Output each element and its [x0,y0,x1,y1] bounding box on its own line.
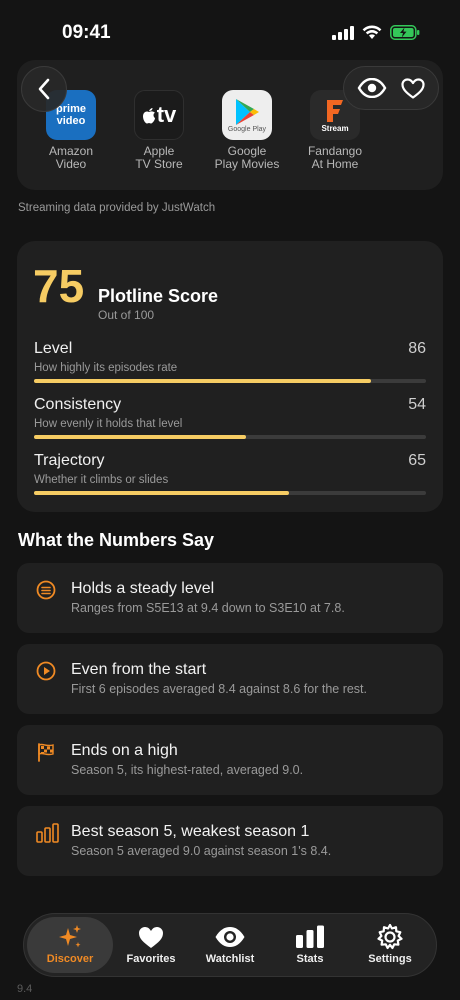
score-subtitle: Out of 100 [98,308,155,322]
tab-icon-wrap [187,923,273,951]
insight-card[interactable]: Best season 5, weakest season 1 Season 5… [17,806,443,876]
insight-description: Season 5 averaged 9.0 against season 1's… [71,844,332,858]
insight-title: Even from the start [71,661,207,678]
metric-name: Level [34,340,73,357]
provider-name-line2: TV Store [135,157,183,171]
tab-icon-wrap [108,923,194,951]
metric-trajectory: Trajectory 65 Whether it climbs or slide… [34,452,426,495]
tab-discover[interactable]: Discover [27,917,113,973]
tab-icon-wrap [267,923,353,951]
back-button[interactable] [21,66,67,112]
wifi-icon [362,25,382,39]
numbers-section-title: What the Numbers Say [18,530,215,550]
tab-watchlist[interactable]: Watchlist [187,917,273,973]
metric-level: Level 86 How highly its episodes rate [34,340,426,383]
status-time: 09:41 [62,22,111,43]
metric-description: How highly its episodes rate [34,362,178,374]
provider-name: Apple TV Store [114,145,204,171]
bar-chart-icon [36,823,59,843]
insight-description: Ranges from S5E13 at 9.4 down to S3E10 a… [71,601,345,615]
below-fold-value: 9.4 [17,983,33,995]
score-value: 75 [33,260,85,312]
provider-name-line1: Google [227,144,267,158]
insight-title: Best season 5, weakest season 1 [71,823,310,840]
metric-value: 54 [408,396,426,413]
provider-name-line1: Fandango [307,144,363,158]
metric-description: Whether it climbs or slides [34,474,169,486]
tab-bar: Discover Favorites Watchlist Stats Setti… [23,913,437,977]
provider-name: Fandango At Home [290,145,380,171]
google-play-logo-icon: Google Play [222,90,272,140]
tab-icon-wrap [347,923,433,951]
eye-icon [215,927,245,947]
insight-description: Season 5, its highest-rated, averaged 9.… [71,763,304,777]
streaming-credit: Streaming data provided by JustWatch [18,202,216,214]
provider-logo-text: tv [156,102,177,127]
steady-level-icon [36,580,56,600]
cellular-signal-icon [332,25,354,40]
status-bar: 09:41 [0,0,460,62]
top-actions-pill [343,66,439,110]
favorite-toggle-button[interactable] [401,77,425,99]
fandango-f-icon [327,99,343,122]
provider-name-line1: Apple [143,144,175,158]
provider-name-line2: Play Movies [214,157,280,171]
metric-name: Trajectory [34,452,105,469]
tab-stats[interactable]: Stats [267,917,353,973]
metric-name: Consistency [34,396,122,413]
chevron-left-icon [38,78,50,100]
tab-label: Stats [296,953,324,965]
metric-consistency: Consistency 54 How evenly it holds that … [34,396,426,439]
metric-bar-fill [34,491,289,495]
score-title: Plotline Score [98,286,219,306]
status-icons [332,25,420,40]
watchlist-toggle-button[interactable] [357,78,387,98]
metric-bar-track [34,435,426,439]
tab-icon-wrap [27,923,113,951]
insight-card[interactable]: Holds a steady level Ranges from S5E13 a… [17,563,443,633]
plotline-score-card: 75 Plotline Score Out of 100 Level 86 Ho… [17,241,443,512]
checkered-flag-icon [38,743,54,762]
insight-card[interactable]: Ends on a high Season 5, its highest-rat… [17,725,443,795]
provider-logo-text: Stream [321,123,349,133]
provider-name-line1: Amazon [48,144,94,158]
apple-icon [142,107,155,123]
metric-bar-track [34,379,426,383]
tab-label: Favorites [126,953,176,965]
tab-label: Settings [368,953,412,965]
insight-title: Ends on a high [71,742,178,759]
eye-icon [357,78,387,98]
provider-google-play[interactable]: Google Play Google Play Movies [202,90,292,171]
tab-settings[interactable]: Settings [347,917,433,973]
insight-title: Holds a steady level [71,580,215,597]
metric-bar-fill [34,379,372,383]
metric-description: How evenly it holds that level [34,418,183,430]
apple-tv-logo-icon: tv [134,90,184,140]
provider-name-line2: At Home [311,157,359,171]
metric-value: 86 [408,340,426,357]
provider-apple-tv[interactable]: tv Apple TV Store [114,90,204,171]
metric-value: 65 [408,452,426,469]
insight-description: First 6 episodes averaged 8.4 against 8.… [71,682,368,696]
metric-bar-fill [34,435,246,439]
tab-label: Watchlist [205,953,255,965]
provider-logo-text: Google Play [227,125,267,133]
battery-charging-icon [390,25,420,40]
insight-card[interactable]: Even from the start First 6 episodes ave… [17,644,443,714]
heart-outline-icon [401,77,425,99]
metric-bar-track [34,491,426,495]
provider-name: Amazon Video [26,145,116,171]
provider-name: Google Play Movies [202,145,292,171]
play-triangle-icon [236,98,259,125]
heart-icon [139,926,163,948]
tab-label: Discover [46,953,94,965]
tab-favorites[interactable]: Favorites [108,917,194,973]
play-circle-icon [36,661,56,681]
stats-icon [296,925,324,948]
gear-icon [377,923,403,950]
provider-name-line2: Video [55,157,87,171]
sparkles-icon [59,925,81,948]
